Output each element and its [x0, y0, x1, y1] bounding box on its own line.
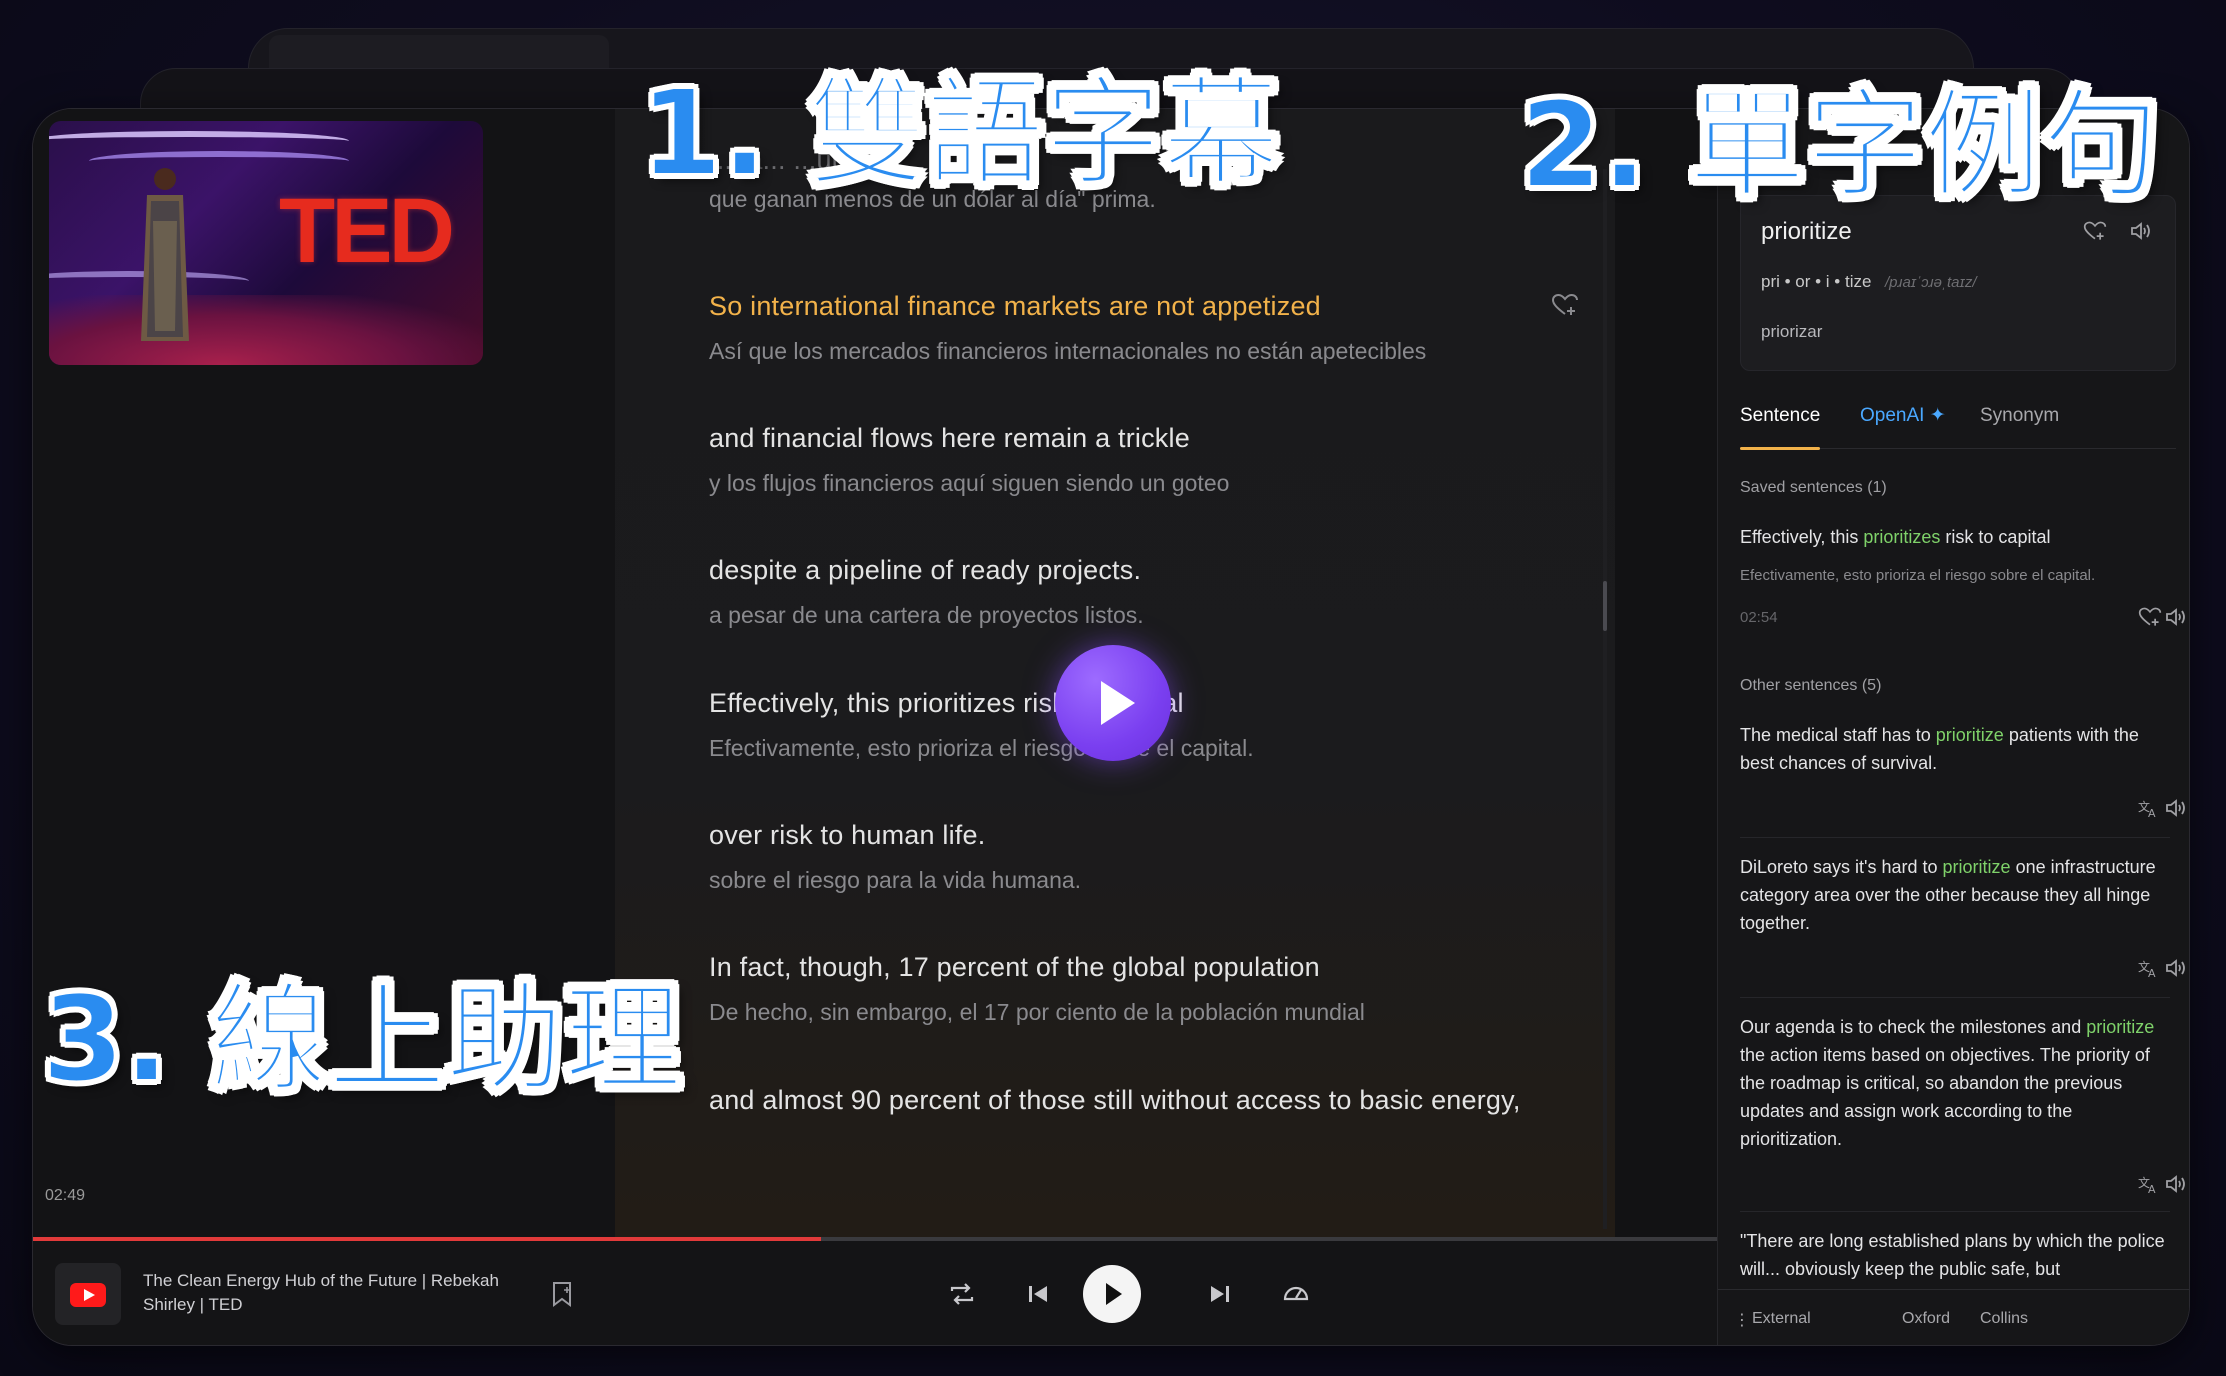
highlighted-word: prioritize [1935, 725, 2004, 745]
external-link[interactable]: External [1752, 1310, 1811, 1328]
volume-icon[interactable] [2164, 606, 2188, 628]
word-card: prioritize pri • or • i • tize /pɹaɪˈɔɹə… [1740, 195, 2176, 371]
ted-logo: TED [279, 180, 455, 282]
heart-plus-icon[interactable] [2138, 606, 2162, 628]
collins-link[interactable]: Collins [1980, 1310, 2028, 1328]
dictionary-panel: prioritize pri • or • i • tize /pɹaɪˈɔɹə… [1717, 109, 2189, 1345]
example-sentence[interactable]: The medical staff has to prioritize pati… [1740, 721, 2170, 777]
divider [1740, 1211, 2170, 1212]
transcript-scrollbar[interactable] [1603, 169, 1607, 1229]
example-sentence[interactable]: "There are long established plans by whi… [1740, 1227, 2170, 1283]
stage-light-wave [49, 131, 349, 151]
caption-online-assistant: 3. 線上助理 [41, 970, 683, 1108]
player-window: TED 02:49 ...ea... ...um. que ganan meno… [32, 108, 2190, 1346]
highlighted-word: prioritize [1942, 857, 2011, 877]
svg-text:A: A [2148, 967, 2156, 979]
word-translation: priorizar [1761, 322, 1823, 341]
transcript-line[interactable]: and financial flows here remain a trickl… [709, 417, 1589, 501]
heart-plus-icon[interactable] [1551, 293, 1579, 317]
sentence-text: Effectively, this [1740, 527, 1864, 547]
player-controls: The Clean Energy Hub of the Future | Reb… [33, 1241, 1717, 1345]
dictionary-footer: ⋮ External Oxford Collins [1718, 1289, 2189, 1345]
line-english: and financial flows here remain a trickl… [709, 423, 1190, 453]
sentence-text: the action items based on objectives. Th… [1740, 1045, 2150, 1149]
saved-sentence-time: 02:54 [1740, 609, 1778, 626]
tab-openai[interactable]: OpenAI ✦ [1860, 405, 1946, 449]
word-title: prioritize [1761, 218, 1852, 245]
example-sentence[interactable]: Our agenda is to check the milestones an… [1740, 1013, 2170, 1153]
line-spanish: y los flujos financieros aquí siguen sie… [709, 470, 1230, 496]
line-english: So international finance markets are not… [709, 291, 1321, 321]
more-vertical-icon[interactable]: ⋮ [1734, 1310, 1750, 1330]
scrollbar-thumb[interactable] [1603, 581, 1607, 631]
video-thumbnail[interactable]: TED [49, 121, 483, 365]
transcript-line[interactable]: over risk to human life. sobre el riesgo… [709, 814, 1589, 898]
other-sentences-label: Other sentences (5) [1740, 677, 1882, 694]
line-english: over risk to human life. [709, 820, 986, 850]
saved-sentence[interactable]: Effectively, this prioritizes risk to ca… [1740, 523, 2170, 551]
skip-back-icon[interactable] [1021, 1277, 1055, 1311]
speaker-figure [141, 168, 189, 341]
sentence-text: risk to capital [1940, 527, 2051, 547]
word-syllables: pri • or • i • tize [1761, 272, 1872, 291]
sentence-text: "There are long established plans by whi… [1740, 1231, 2165, 1279]
line-english: In fact, though, 17 percent of the globa… [709, 952, 1320, 982]
caption-bilingual-subtitles: 1. 雙語字幕 [639, 64, 1281, 202]
line-english: despite a pipeline of ready projects. [709, 555, 1142, 585]
tab-synonym[interactable]: Synonym [1980, 405, 2059, 449]
highlighted-word: prioritizes [1863, 527, 1941, 547]
translate-icon[interactable]: 文 A [2136, 957, 2160, 979]
volume-icon[interactable] [2164, 1173, 2188, 1195]
line-spanish: sobre el riesgo para la vida humana. [709, 867, 1082, 893]
sentence-text: DiLoreto says it's hard to [1740, 857, 1943, 877]
translate-icon[interactable]: 文 A [2136, 797, 2160, 819]
divider [1740, 997, 2170, 998]
tab-bar: Sentence OpenAI ✦ Synonym [1740, 405, 2176, 450]
line-spanish: Así que los mercados financieros interna… [709, 338, 1427, 364]
sentence-text: Our agenda is to check the milestones an… [1740, 1017, 2087, 1037]
volume-icon[interactable] [2164, 797, 2188, 819]
transcript-line[interactable]: In fact, though, 17 percent of the globa… [709, 946, 1589, 1030]
svg-text:A: A [2148, 807, 2156, 819]
bookmark-icon[interactable] [551, 1281, 573, 1307]
volume-icon[interactable] [2164, 957, 2188, 979]
current-time: 02:49 [45, 1187, 86, 1204]
sentence-text: The medical staff has to [1740, 725, 1936, 745]
translate-icon[interactable]: 文 A [2136, 1173, 2160, 1195]
heart-plus-icon[interactable] [2083, 220, 2107, 242]
transcript-line[interactable]: despite a pipeline of ready projects. a … [709, 549, 1589, 633]
word-ipa: /pɹaɪˈɔɹəˌtaɪz/ [1885, 274, 1977, 291]
divider [1740, 837, 2170, 838]
svg-text:A: A [2148, 1183, 2156, 1195]
caption-word-examples: 2. 單字例句 [1519, 76, 2161, 214]
line-spanish: a pesar de una cartera de proyectos list… [709, 602, 1144, 628]
play-overlay-button[interactable] [1055, 645, 1171, 761]
line-spanish: De hecho, sin embargo, el 17 por ciento … [709, 999, 1365, 1025]
skip-forward-icon[interactable] [1203, 1277, 1237, 1311]
stage-light-wave [89, 151, 349, 171]
transcript-line[interactable]: and almost 90 percent of those still wit… [709, 1079, 1569, 1121]
stage-floor [49, 295, 483, 365]
saved-sentence-translation: Efectivamente, esto prioriza el riesgo s… [1740, 567, 2096, 584]
oxford-link[interactable]: Oxford [1902, 1310, 1950, 1328]
example-sentence[interactable]: DiLoreto says it's hard to prioritize on… [1740, 853, 2170, 937]
speed-icon[interactable] [1279, 1277, 1313, 1311]
highlighted-word: prioritize [2086, 1017, 2155, 1037]
repeat-icon[interactable] [945, 1277, 979, 1311]
now-playing-title: The Clean Energy Hub of the Future | Reb… [143, 1271, 499, 1314]
transcript-line-active[interactable]: So international finance markets are not… [709, 285, 1589, 369]
line-english: and almost 90 percent of those still wit… [709, 1085, 1521, 1115]
volume-icon[interactable] [2129, 220, 2153, 242]
stage: TED 02:49 ...ea... ...um. que ganan meno… [0, 0, 2226, 1376]
saved-sentences-label: Saved sentences (1) [1740, 479, 1887, 496]
youtube-icon [55, 1263, 121, 1325]
tab-sentence[interactable]: Sentence [1740, 405, 1821, 450]
play-button[interactable] [1083, 1265, 1141, 1323]
